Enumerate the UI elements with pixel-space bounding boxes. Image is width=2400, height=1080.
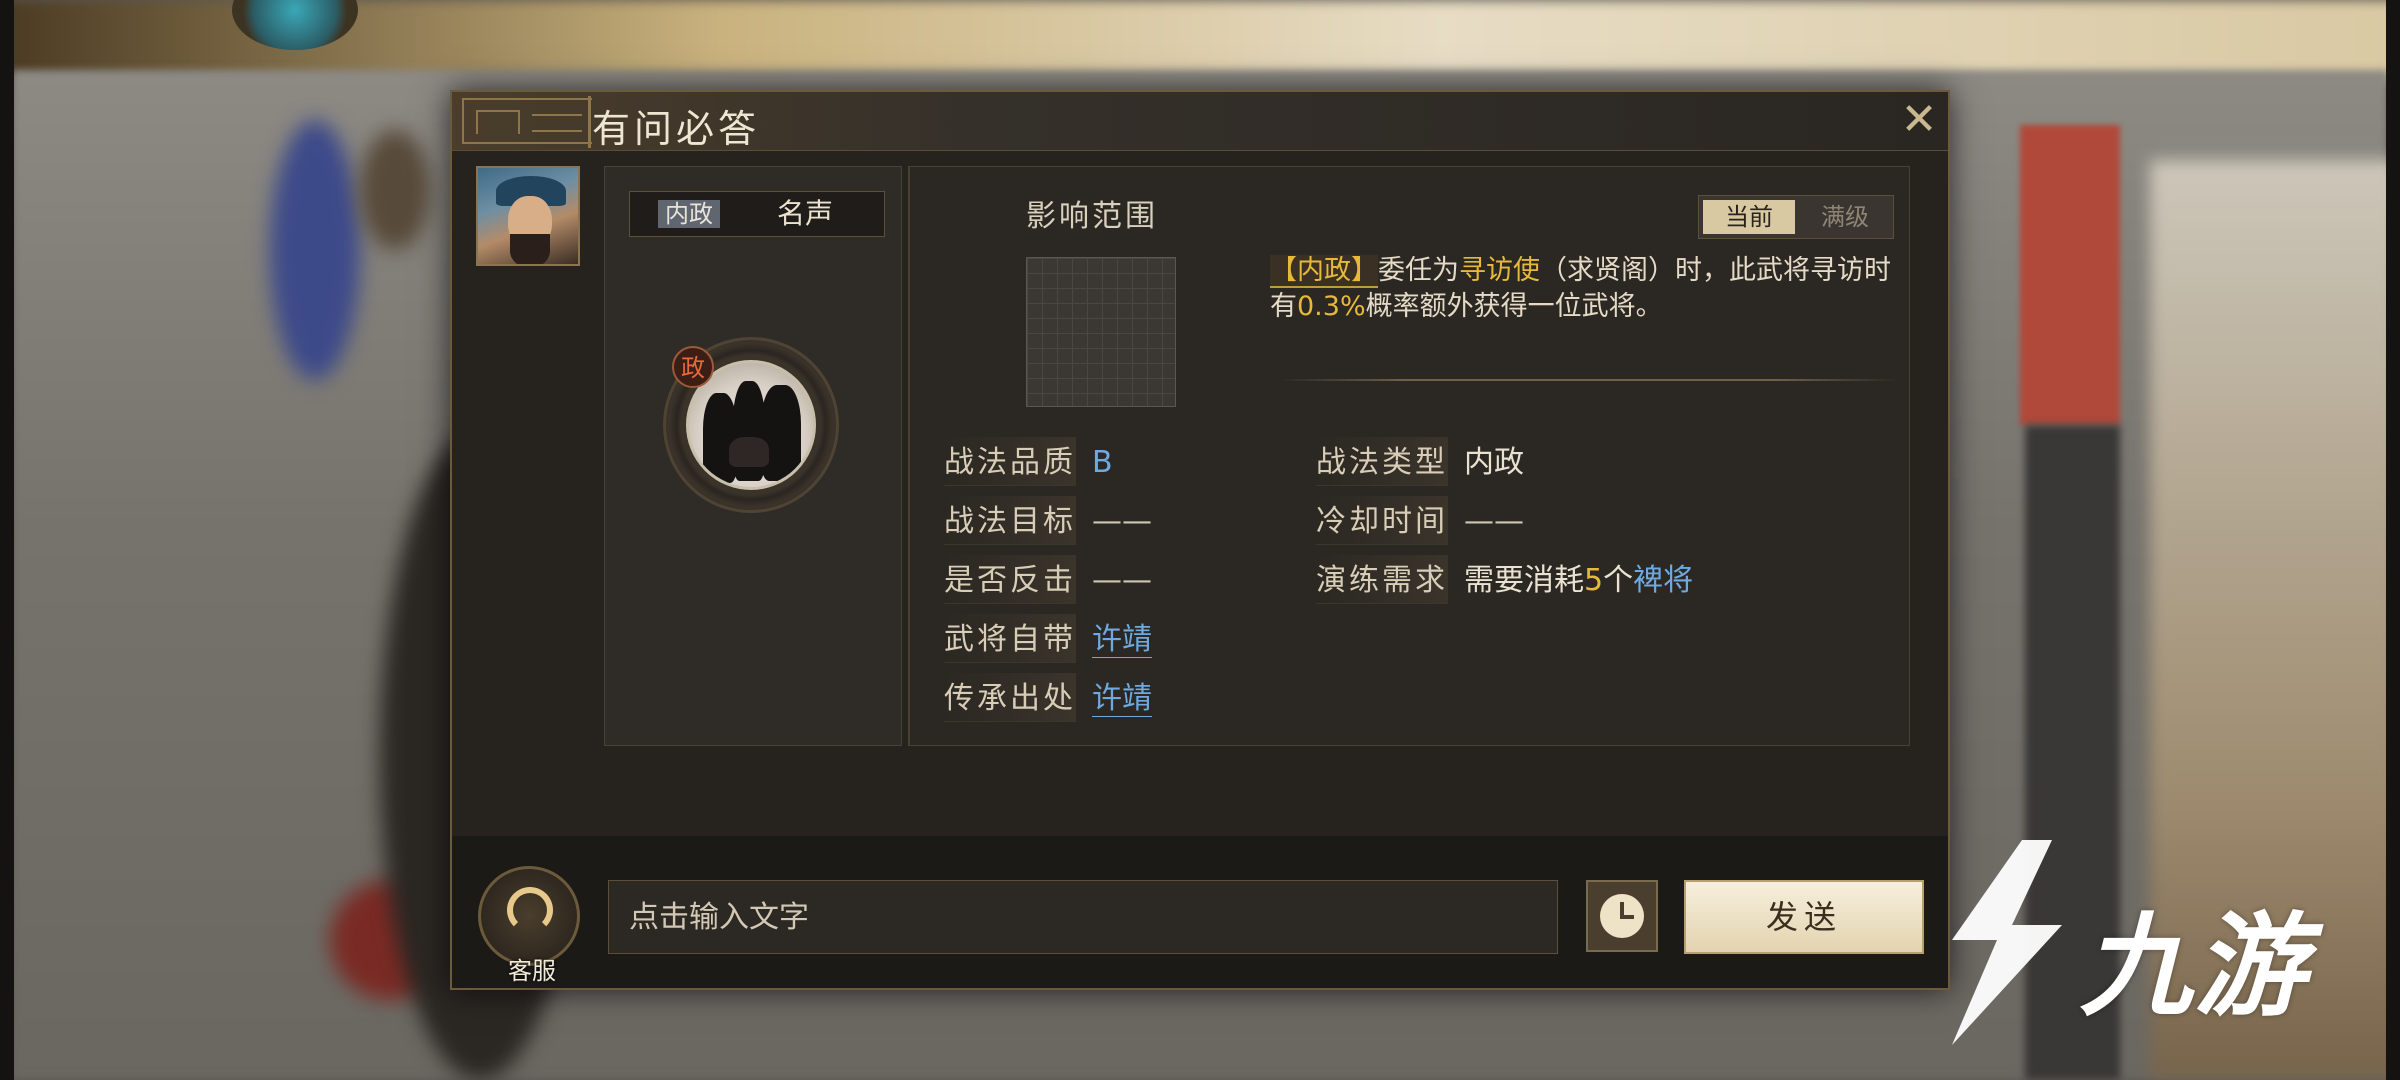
- send-button[interactable]: 发送: [1684, 880, 1924, 954]
- drill-text: 需要消耗: [1464, 563, 1584, 598]
- attr-label: 战法目标: [944, 496, 1076, 545]
- level-current-button[interactable]: 当前: [1703, 200, 1795, 234]
- attr-cooldown: 冷却时间 ——: [1316, 496, 1524, 545]
- attr-value: 需要消耗5个裨将: [1464, 563, 1693, 598]
- attr-label: 是否反击: [944, 555, 1076, 604]
- attr-innate: 武将自带 许靖: [944, 614, 1152, 663]
- category-tabs: 内政 名声: [629, 191, 885, 237]
- attr-type: 战法类型 内政: [1316, 437, 1524, 486]
- drill-link[interactable]: 裨将: [1633, 563, 1693, 598]
- title-ornament-icon: [462, 98, 592, 144]
- background-top-bar: [0, 0, 2400, 80]
- background-figure: [270, 120, 360, 380]
- close-icon: ✕: [1900, 94, 1938, 145]
- skill-icon-frame: 政: [663, 337, 839, 513]
- attr-target: 战法目标 ——: [944, 496, 1152, 545]
- general-portrait[interactable]: [476, 166, 580, 266]
- level-toggle: 当前 满级: [1698, 195, 1894, 239]
- watermark-text: 九游: [2080, 902, 2308, 1032]
- attr-value: B: [1092, 445, 1113, 480]
- skill-type-badge: 政: [672, 346, 714, 388]
- background-figure: [360, 130, 430, 250]
- dialog-titlebar: 有问必答 ✕: [452, 92, 1948, 151]
- headset-icon: [507, 887, 553, 933]
- inherit-general-link[interactable]: 许靖: [1092, 681, 1152, 717]
- attr-drill: 演练需求 需要消耗5个裨将: [1316, 555, 1693, 604]
- description-divider: [1280, 379, 1900, 381]
- silhouette: [761, 385, 801, 481]
- desc-tag: 【内政】: [1270, 255, 1378, 288]
- tab-internal-affairs[interactable]: 内政: [658, 200, 720, 228]
- desc-role: 寻访使: [1459, 255, 1540, 286]
- desc-text: 委任为: [1378, 255, 1459, 286]
- background-red-panel: [2020, 125, 2120, 425]
- attr-value: ——: [1464, 504, 1524, 539]
- attr-quality: 战法品质 B: [944, 437, 1113, 486]
- silhouette: [729, 437, 769, 467]
- range-label: 影响范围: [1026, 199, 1158, 234]
- title-divider: [588, 96, 591, 148]
- attr-value: ——: [1092, 563, 1152, 598]
- history-button[interactable]: [1586, 880, 1658, 952]
- qa-dialog: 有问必答 ✕ 内政 名声 政 影响范围 当前 满级 【内政】委任为寻访使（求贤阁…: [450, 90, 1950, 990]
- skill-detail-panel: 影响范围 当前 满级 【内政】委任为寻访使（求贤阁）时，此武将寻访时有0.3%概…: [910, 166, 1910, 746]
- attr-label: 冷却时间: [1316, 496, 1448, 545]
- innate-general-link[interactable]: 许靖: [1092, 622, 1152, 658]
- clock-icon: [1600, 894, 1644, 938]
- skill-description: 【内政】委任为寻访使（求贤阁）时，此武将寻访时有0.3%概率额外获得一位武将。: [1270, 253, 1900, 325]
- watermark: 九游: [1912, 830, 2372, 1060]
- portrait-beard: [510, 234, 550, 264]
- customer-service-button[interactable]: 客服: [478, 866, 580, 985]
- watermark-logo-icon: [1952, 840, 2062, 1045]
- attr-label: 战法品质: [944, 437, 1076, 486]
- attr-inherit: 传承出处 许靖: [944, 673, 1152, 722]
- close-button[interactable]: ✕: [1897, 98, 1941, 142]
- attr-label: 演练需求: [1316, 555, 1448, 604]
- attr-value: ——: [1092, 504, 1152, 539]
- right-edge: [2386, 0, 2400, 1080]
- drill-count: 5: [1584, 563, 1604, 598]
- attr-label: 战法类型: [1316, 437, 1448, 486]
- desc-text: 概率额外获得一位武将。: [1365, 291, 1663, 322]
- silhouette: [703, 393, 737, 483]
- attr-value: 内政: [1464, 445, 1524, 480]
- desc-probability: 0.3%: [1297, 291, 1366, 322]
- skill-panel: 内政 名声 政: [604, 166, 902, 746]
- range-grid: [1026, 257, 1176, 407]
- chat-input[interactable]: [608, 880, 1558, 954]
- attr-label: 武将自带: [944, 614, 1076, 663]
- drill-text: 个: [1603, 563, 1634, 598]
- level-max-button[interactable]: 满级: [1799, 200, 1891, 234]
- attr-label: 传承出处: [944, 673, 1076, 722]
- dialog-title: 有问必答: [592, 107, 761, 151]
- chat-bar: 客服 发送: [452, 836, 1948, 988]
- customer-service-label: 客服: [508, 957, 556, 985]
- tab-reputation[interactable]: 名声: [765, 196, 845, 232]
- attr-counter: 是否反击 ——: [944, 555, 1152, 604]
- left-edge: [0, 0, 14, 1080]
